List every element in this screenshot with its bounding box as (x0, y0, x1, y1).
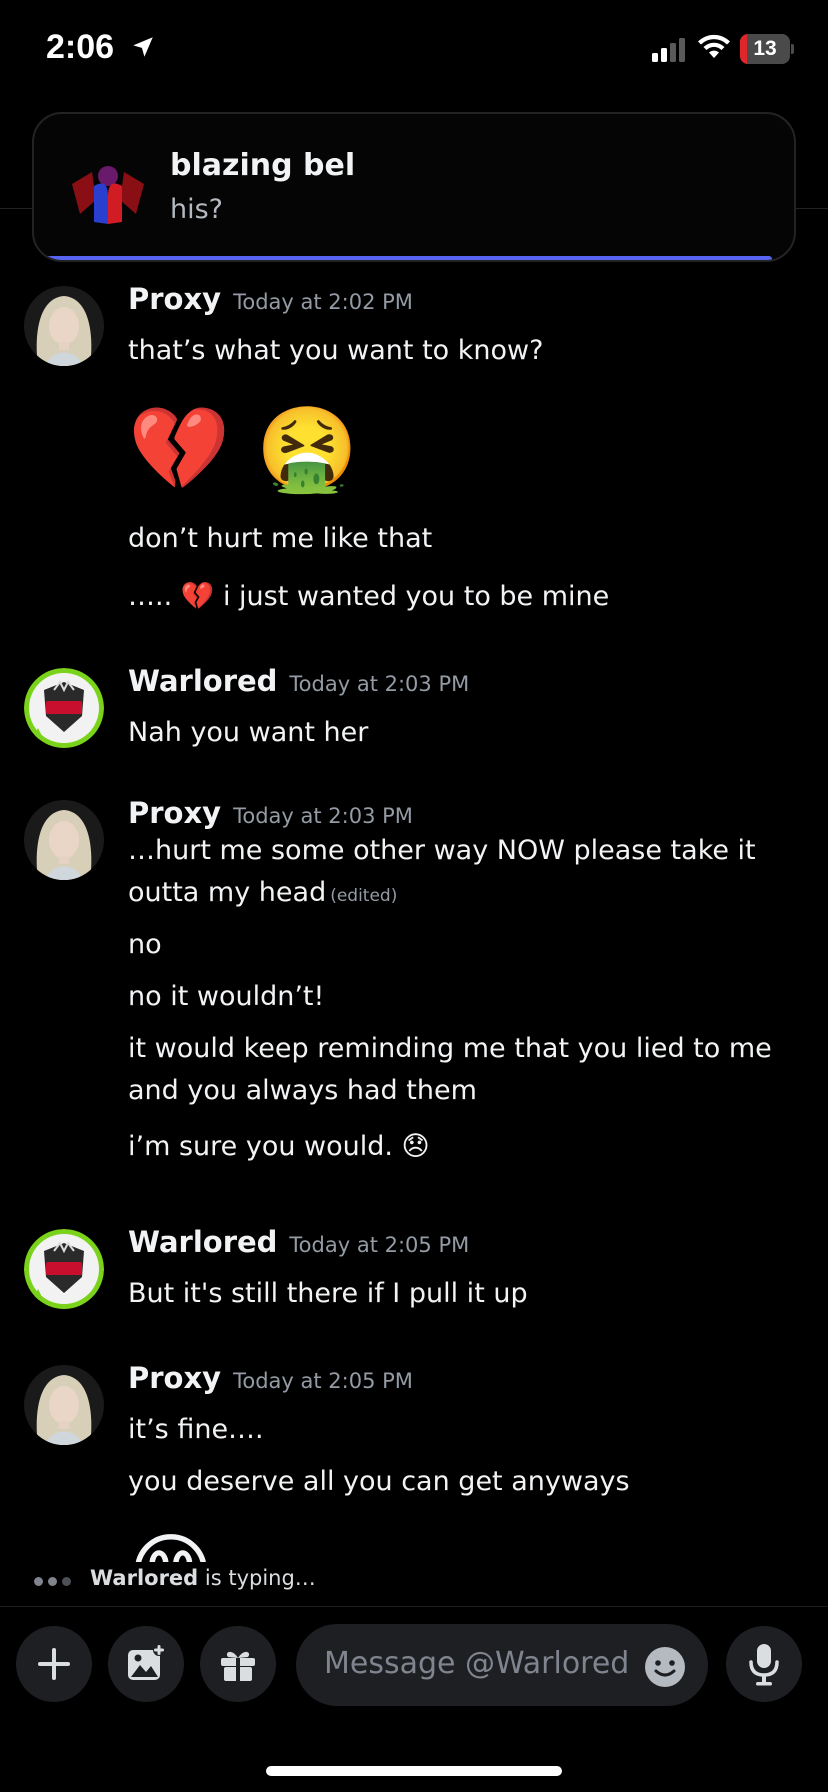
message-text: it would keep reminding me that you lied… (128, 1033, 772, 1106)
notification-body: his? (170, 194, 224, 225)
gift-icon (221, 1651, 255, 1681)
message-text: you deserve all you can get anyways (128, 1466, 630, 1497)
message-emoji: 💔 🤮 (128, 402, 359, 497)
username[interactable]: Proxy (128, 796, 221, 830)
username[interactable]: Warlored (128, 1225, 277, 1259)
message-input-placeholder: Message @Warlored (324, 1646, 630, 1681)
emoji-button[interactable] (644, 1646, 686, 1688)
battery-level: 13 (753, 37, 777, 60)
avatar[interactable] (24, 668, 104, 748)
edited-label: (edited) (330, 886, 398, 906)
message-text: don’t hurt me like that (128, 523, 433, 554)
timestamp: Today at 2:03 PM (233, 804, 413, 828)
location-arrow-icon (133, 37, 153, 57)
cellular-signal-icon (652, 38, 685, 62)
message-text: i’m sure you would. 😞 (128, 1131, 430, 1162)
message-text: no it wouldn’t! (128, 981, 325, 1012)
username[interactable]: Proxy (128, 1361, 221, 1395)
notification-title: blazing bel (170, 148, 356, 183)
timestamp: Today at 2:05 PM (233, 1369, 413, 1393)
message-header: Warlored Today at 2:03 PM (128, 664, 469, 698)
timestamp: Today at 2:03 PM (289, 672, 470, 696)
microphone-icon (749, 1644, 779, 1686)
message-text: no (128, 929, 162, 960)
message-text: But it's still there if I pull it up (128, 1278, 528, 1309)
voice-message-button[interactable] (726, 1626, 802, 1702)
avatar[interactable] (24, 1365, 104, 1445)
typing-dots-icon (34, 1567, 76, 1591)
avatar[interactable] (24, 1229, 104, 1309)
status-time: 2:06 (46, 28, 115, 66)
message-text: …hurt me some other way NOW please take … (128, 830, 808, 917)
notification-progress-bar (34, 256, 772, 260)
username[interactable]: Warlored (128, 664, 277, 698)
typing-user: Warlored (90, 1566, 199, 1590)
message-header: Proxy Today at 2:02 PM (128, 282, 413, 316)
timestamp: Today at 2:02 PM (233, 290, 413, 314)
message-text: it’s fine…. (128, 1414, 264, 1445)
home-indicator[interactable] (266, 1766, 562, 1776)
message-header: Proxy Today at 2:05 PM (128, 1361, 413, 1395)
message-text: that’s what you want to know? (128, 335, 544, 366)
image-icon (128, 1644, 165, 1680)
message-list[interactable]: Proxy Today at 2:02 PM that’s what you wa… (0, 262, 828, 1562)
username[interactable]: Proxy (128, 282, 221, 316)
timestamp: Today at 2:05 PM (289, 1233, 470, 1257)
message-text: ….. 💔 i just wanted you to be mine (128, 581, 610, 612)
message-input[interactable]: Message @Warlored (296, 1624, 708, 1706)
message-text: Nah you want her (128, 717, 369, 748)
composer-divider (0, 1606, 828, 1607)
image-upload-button[interactable] (108, 1626, 184, 1702)
message-text-content: …hurt me some other way NOW please take … (128, 835, 756, 908)
notification-avatar (68, 152, 148, 232)
notification-banner[interactable]: blazing bel his? (32, 112, 796, 262)
typing-text: is typing… (204, 1566, 316, 1590)
avatar[interactable] (24, 286, 104, 366)
plus-icon (38, 1648, 70, 1680)
status-bar: 2:06 13 (0, 0, 828, 100)
emoji-icon (645, 1647, 685, 1687)
wifi-icon (698, 34, 730, 58)
message-header: Proxy Today at 2:03 PM (128, 796, 413, 830)
battery-icon: 13 (740, 34, 794, 64)
typing-indicator: Warlored is typing… (34, 1566, 316, 1600)
gift-button[interactable] (200, 1626, 276, 1702)
add-attachment-button[interactable] (16, 1626, 92, 1702)
message-header: Warlored Today at 2:05 PM (128, 1225, 469, 1259)
avatar[interactable] (24, 800, 104, 880)
message-emoji: 😊 (128, 1523, 808, 1562)
